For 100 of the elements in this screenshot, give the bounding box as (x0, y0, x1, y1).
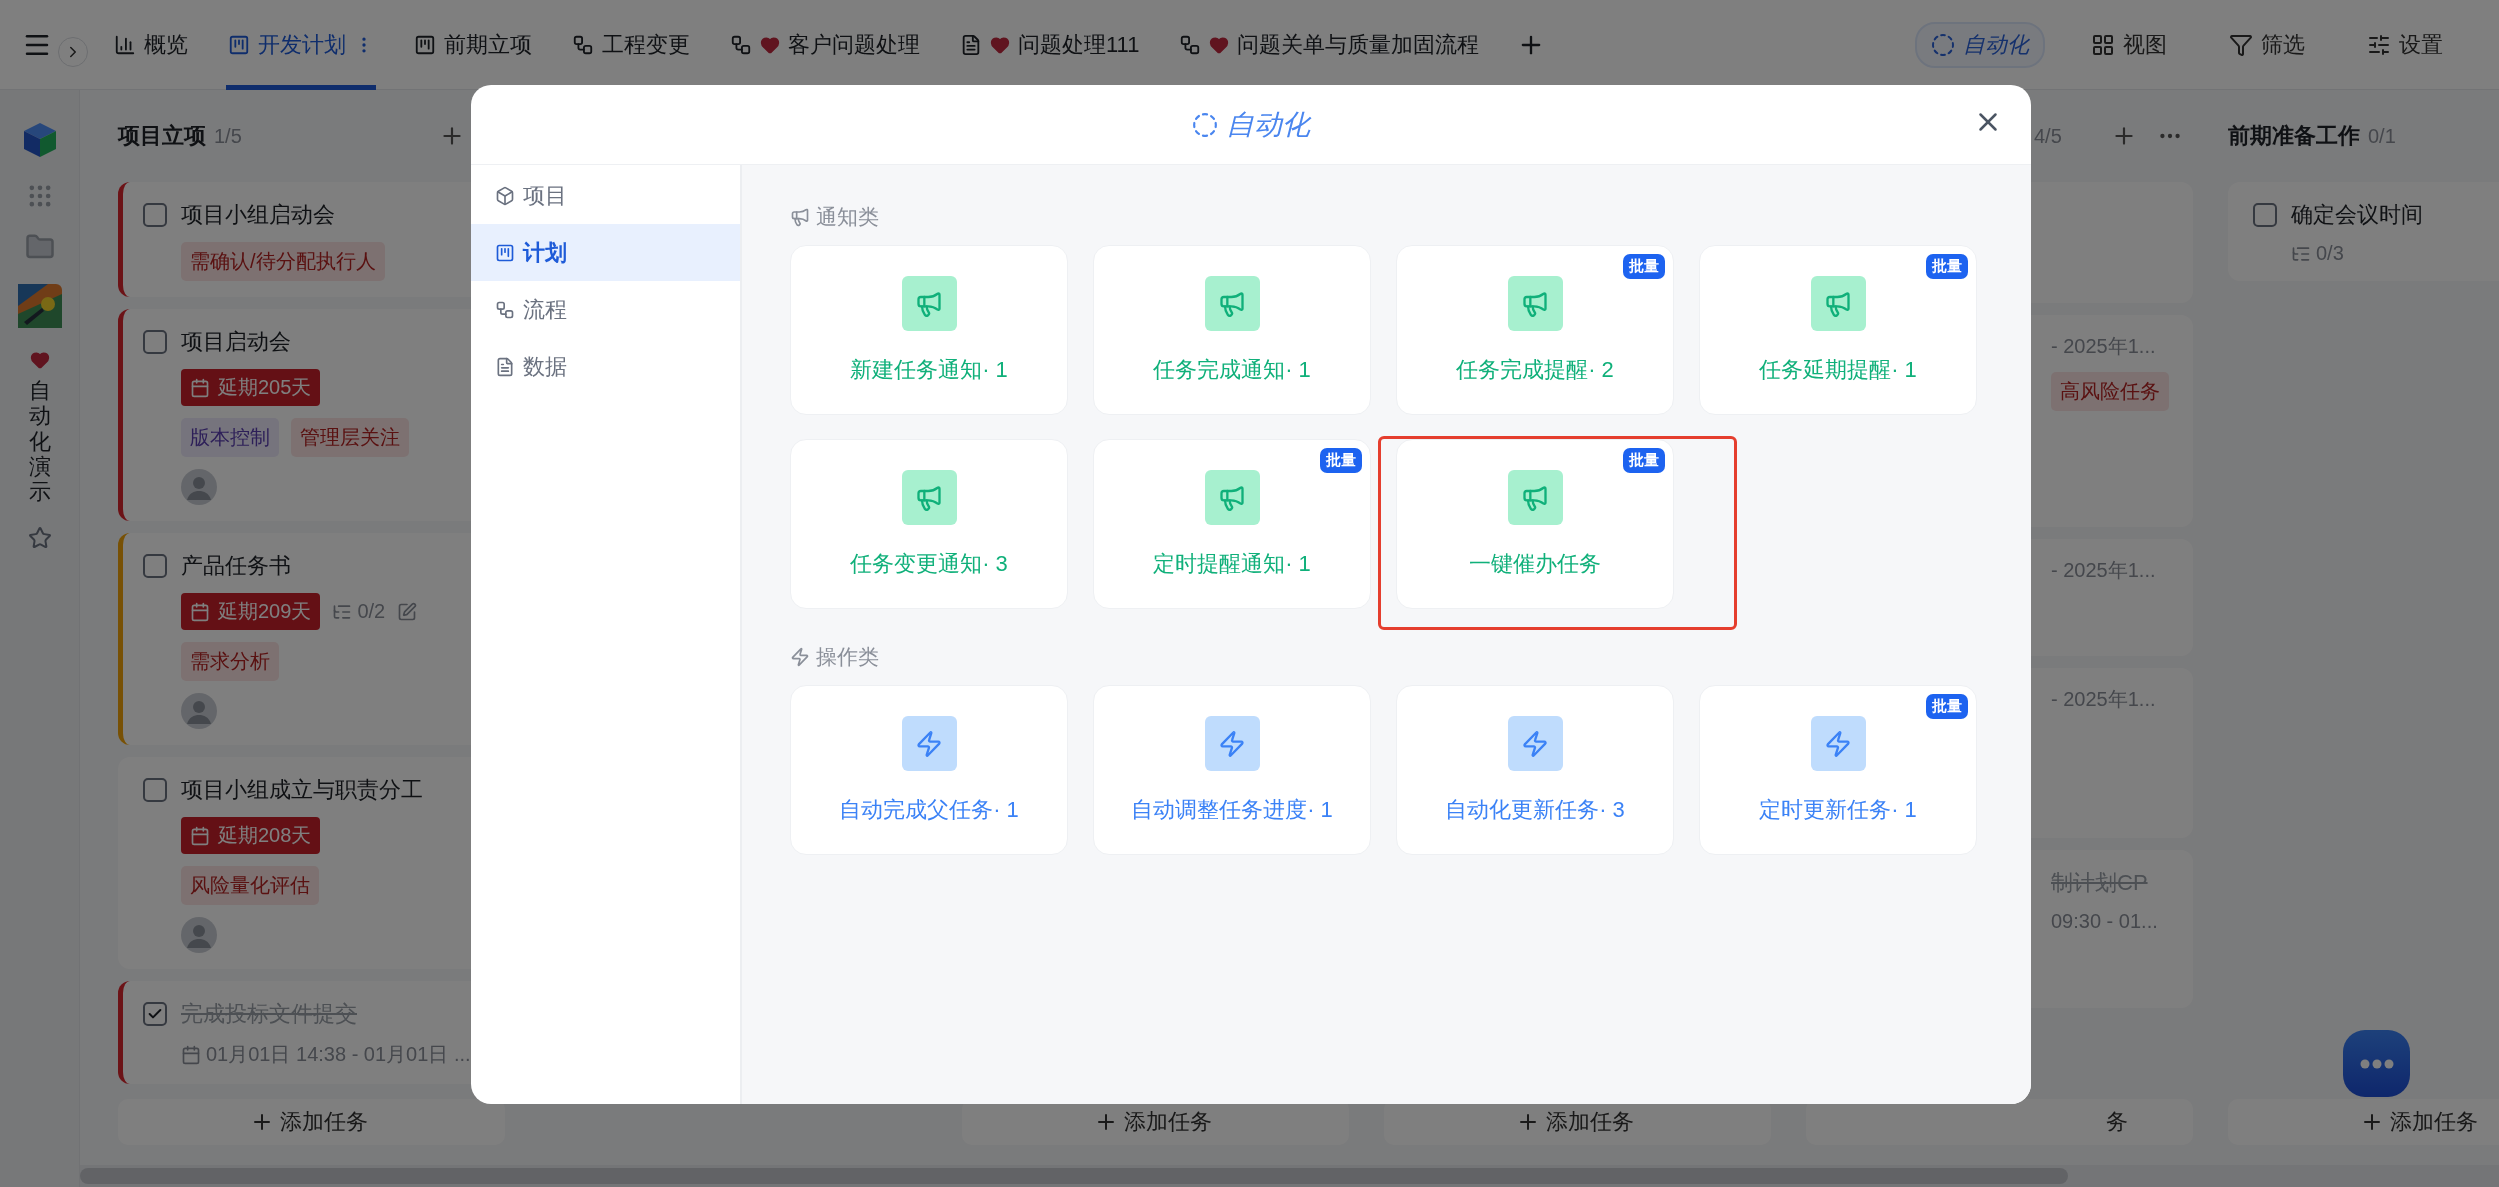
megaphone-icon (1204, 276, 1260, 331)
tag: 高风险任务 (2051, 372, 2169, 411)
add-task-button[interactable]: 添加任务 (2228, 1099, 2499, 1145)
automation-card[interactable]: 自动化更新任务· 3 (1396, 685, 1674, 855)
megaphone-icon (1810, 276, 1866, 331)
automation-icon (1192, 111, 1218, 138)
tag: 需求分析 (181, 642, 279, 681)
lightning-icon (1204, 716, 1260, 771)
more-button[interactable] (2343, 1030, 2410, 1097)
toolbar-button[interactable]: 设置 (2351, 21, 2459, 68)
add-task-button[interactable]: 添加任务 (118, 1099, 505, 1145)
checkbox[interactable] (143, 554, 167, 578)
toolbar-button[interactable]: 自动化 (1915, 21, 2045, 68)
checkbox[interactable] (143, 330, 167, 354)
automation-label: 自动完成父任务· 1 (839, 796, 1019, 824)
automation-label: 自动化更新任务· 3 (1445, 796, 1625, 824)
expand-button[interactable] (58, 36, 88, 67)
batch-badge: 批量 (1623, 254, 1665, 279)
automation-card[interactable]: 任务完成提醒· 2 批量 (1396, 245, 1674, 415)
overdue-badge: 延期209天 (181, 593, 321, 630)
checkbox[interactable] (143, 1002, 167, 1026)
checkbox[interactable] (2253, 203, 2277, 227)
automation-card[interactable]: 任务延期提醒· 1 批量 (1699, 245, 1977, 415)
board-icon (228, 33, 250, 56)
settings-icon (2367, 32, 2391, 57)
toolbar-button[interactable]: 视图 (2075, 21, 2183, 68)
tag: 管理层关注 (291, 418, 409, 457)
batch-badge: 批量 (1320, 448, 1362, 473)
toolbar-button[interactable]: 筛选 (2213, 21, 2321, 68)
task-title: 产品任务书 (181, 552, 291, 580)
automation-card[interactable]: 新建任务通知· 1 (790, 245, 1068, 415)
calendar-icon (190, 601, 210, 622)
automation-card[interactable]: 任务变更通知· 3 (790, 439, 1068, 609)
star-icon[interactable] (27, 526, 52, 551)
tab[interactable]: 工程变更 (570, 0, 692, 90)
megaphone-icon (1507, 276, 1563, 331)
automation-icon (1931, 32, 1955, 57)
subtask-count: 0/3 (2291, 242, 2344, 265)
board-icon (495, 242, 515, 263)
megaphone-icon (901, 470, 957, 525)
filter-icon (2229, 32, 2253, 57)
calendar-icon (190, 825, 210, 846)
tab[interactable]: 问题关单与质量加固流程 (1177, 0, 1482, 90)
lightning-icon (1507, 716, 1563, 771)
task-title: 确定会议时间 (2291, 201, 2423, 229)
automation-label: 定时更新任务· 1 (1759, 796, 1917, 824)
flow-icon (730, 33, 752, 56)
tab[interactable]: 前期立项 (412, 0, 534, 90)
automation-label: 一键催办任务 (1469, 550, 1601, 578)
add-task-button[interactable]: 务 (1806, 1099, 2193, 1145)
automation-card[interactable]: 自动调整任务进度· 1 (1093, 685, 1371, 855)
section-title: 操作类 (816, 644, 879, 670)
bar-chart-icon (114, 33, 136, 56)
automation-card[interactable]: 任务完成通知· 1 (1093, 245, 1371, 415)
calendar-icon (181, 1044, 201, 1065)
date-range: 09:30 - 01... (2051, 910, 2158, 933)
grid-icon (2091, 32, 2115, 57)
tab[interactable]: 客户问题处理 (728, 0, 922, 90)
automation-card[interactable]: 一键催办任务 批量 (1396, 439, 1674, 609)
flow-icon (572, 33, 594, 56)
automation-label: 新建任务通知· 1 (850, 356, 1008, 384)
automation-card[interactable]: 定时提醒通知· 1 批量 (1093, 439, 1371, 609)
overdue-badge: 延期208天 (181, 817, 321, 854)
date-range: - 2025年1... (2051, 558, 2156, 583)
dialog-title: 自动化 (1226, 107, 1310, 142)
task-title: 项目小组成立与职责分工 (181, 776, 423, 804)
date-range: - 2025年1... (2051, 334, 2156, 359)
tab[interactable]: 概览 (112, 0, 190, 90)
automation-label: 自动调整任务进度· 1 (1131, 796, 1333, 824)
nav-item[interactable]: 计划 (471, 224, 740, 281)
flow-icon (1179, 33, 1202, 56)
automation-label: 定时提醒通知· 1 (1153, 550, 1311, 578)
document-icon (960, 33, 982, 56)
automation-card[interactable]: 定时更新任务· 1 批量 (1699, 685, 1977, 855)
megaphone-icon (901, 276, 957, 331)
tab[interactable]: 开发计划 (226, 0, 376, 90)
task-title: 项目小组启动会 (181, 201, 335, 229)
megaphone-icon (1507, 470, 1563, 525)
cube-icon (495, 185, 515, 206)
automation-label: 任务变更通知· 3 (850, 550, 1008, 578)
edit-icon[interactable] (397, 601, 418, 622)
board-icon (414, 33, 436, 56)
batch-badge: 批量 (1926, 694, 1968, 719)
tag: 风险量化评估 (181, 866, 319, 905)
more-icon (2359, 1058, 2394, 1069)
tab[interactable]: 问题处理111 (958, 0, 1142, 90)
batch-badge: 批量 (1926, 254, 1968, 279)
flow-icon (495, 299, 515, 320)
checkbox[interactable] (143, 203, 167, 227)
lightning-icon (790, 647, 810, 667)
task-card[interactable]: 确定会议时间 0/3 (2228, 182, 2499, 281)
column-title: 前期准备工作 (2228, 122, 2360, 150)
document-icon (495, 356, 515, 377)
automation-card[interactable]: 自动完成父任务· 1 (790, 685, 1068, 855)
column-title: 项目立项 (118, 122, 206, 150)
section-title: 通知类 (816, 204, 879, 230)
checkbox[interactable] (143, 778, 167, 802)
automation-label: 任务完成通知· 1 (1153, 356, 1311, 384)
batch-badge: 批量 (1623, 448, 1665, 473)
lightning-icon (1810, 716, 1866, 771)
